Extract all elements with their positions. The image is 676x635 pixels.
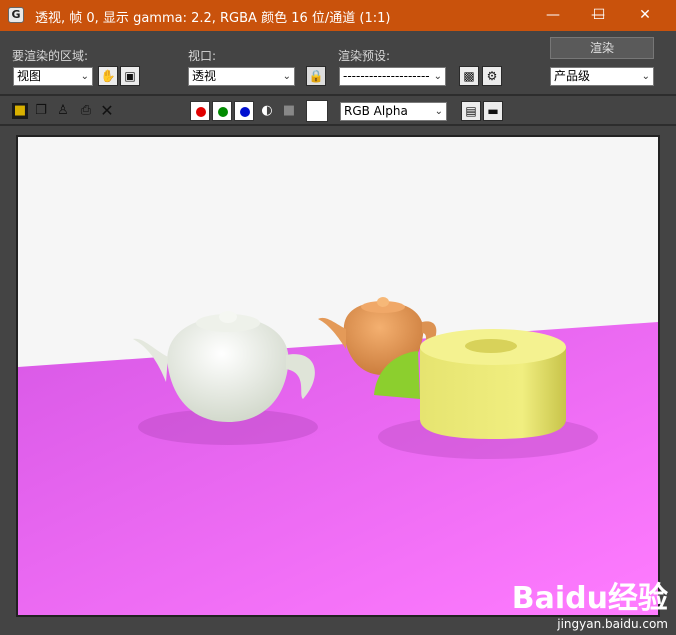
preset-dropdown[interactable]: -------------------- ⌄	[339, 67, 446, 86]
render-viewport	[16, 135, 660, 617]
toolbar-divider-2	[0, 124, 676, 126]
viewport-dropdown-value: 透视	[192, 69, 217, 83]
monochrome-icon[interactable]: ■	[281, 103, 297, 119]
close-window-button[interactable]: ✕	[622, 0, 668, 31]
rendered-scene	[18, 137, 658, 615]
channel-dropdown-value: RGB Alpha	[344, 104, 408, 118]
window-title: 透视, 帧 0, 显示 gamma: 2.2, RGBA 颜色 16 位/通道 …	[35, 11, 391, 26]
maximize-window-button[interactable]: ☐	[576, 0, 622, 31]
save-icon[interactable]: ■	[12, 103, 28, 119]
green-dot-icon	[218, 107, 228, 117]
watermark-url: jingyan.baidu.com	[557, 617, 668, 631]
toggle-ui-overlay-icon[interactable]: ▤	[461, 101, 481, 121]
preset-dropdown-value: --------------------	[343, 69, 430, 83]
copy-icon[interactable]: ❐	[33, 103, 49, 119]
preset-label: 渲染预设:	[338, 49, 391, 63]
chevron-down-icon: ⌄	[282, 71, 291, 82]
red-dot-icon	[196, 107, 206, 117]
minimize-window-button[interactable]: —	[530, 0, 576, 31]
viewport-label: 视口:	[188, 49, 217, 63]
region-label: 要渲染的区域:	[12, 49, 89, 63]
lock-icon[interactable]: 🔒	[306, 66, 326, 86]
region-dropdown-value: 视图	[17, 69, 42, 83]
chevron-down-icon: ⌄	[641, 71, 650, 82]
environment-icon[interactable]: ⚙	[482, 66, 502, 86]
print-icon[interactable]: ⎙	[78, 103, 94, 119]
red-channel-toggle[interactable]	[190, 101, 210, 121]
render-button[interactable]: 渲染	[550, 37, 654, 59]
toggle-ui-icon[interactable]: ▬	[483, 101, 503, 121]
swatch-color[interactable]	[306, 100, 328, 122]
auto-region-icon[interactable]: ▣	[120, 66, 140, 86]
edit-region-icon[interactable]: ✋	[98, 66, 118, 86]
blue-dot-icon	[240, 107, 250, 117]
chevron-down-icon: ⌄	[433, 71, 442, 82]
channel-dropdown[interactable]: RGB Alpha ⌄	[340, 102, 447, 121]
app-icon: G	[8, 7, 24, 23]
region-dropdown[interactable]: 视图 ⌄	[13, 67, 93, 86]
viewport-dropdown[interactable]: 透视 ⌄	[188, 67, 295, 86]
yellow-tube	[420, 329, 566, 439]
alpha-toggle-icon[interactable]: ◐	[259, 103, 275, 119]
watermark-logo: Baidu经验	[511, 581, 668, 616]
baidu-watermark: Baidu经验 jingyan.baidu.com	[512, 573, 668, 631]
chevron-down-icon: ⌄	[80, 71, 89, 82]
clone-icon[interactable]: ♙	[55, 103, 71, 119]
quality-dropdown-value: 产品级	[554, 69, 591, 83]
quality-dropdown[interactable]: 产品级 ⌄	[550, 67, 654, 86]
blue-channel-toggle[interactable]	[234, 101, 254, 121]
chevron-down-icon: ⌄	[434, 106, 443, 117]
clear-icon[interactable]: ✕	[99, 103, 115, 119]
green-channel-toggle[interactable]	[212, 101, 232, 121]
toolbar-divider	[0, 94, 676, 96]
render-setup-icon[interactable]: ▩	[459, 66, 479, 86]
